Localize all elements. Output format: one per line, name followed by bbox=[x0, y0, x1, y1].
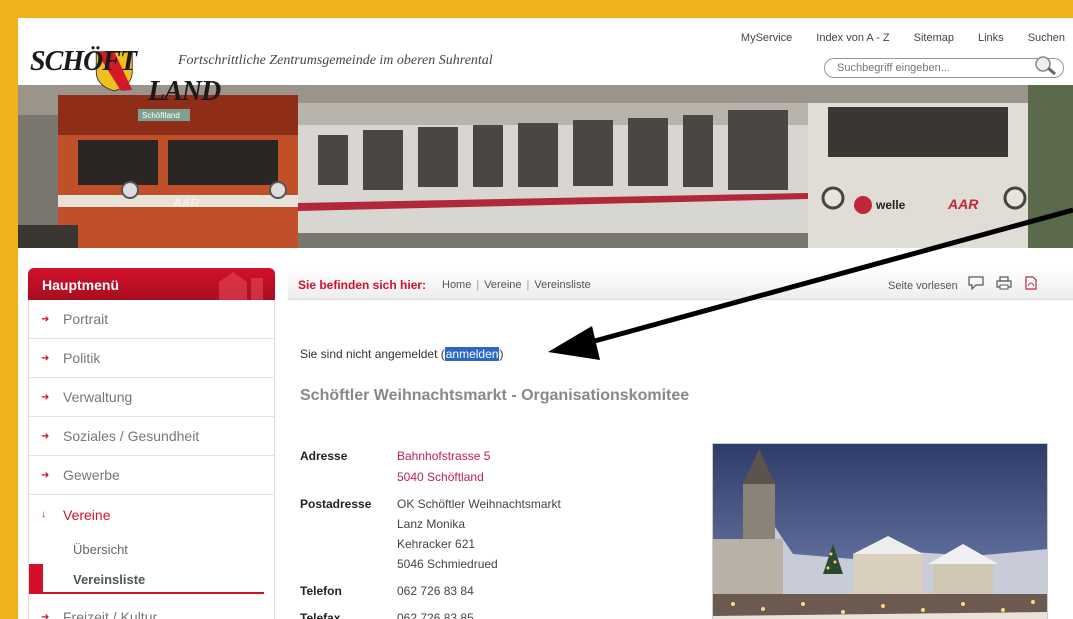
menu-item-soziales[interactable]: ➜ Soziales / Gesundheit bbox=[29, 417, 274, 456]
nav-myservice[interactable]: MyService bbox=[741, 32, 792, 44]
main-content: Sie sind nicht angemeldet (anmelden) Sch… bbox=[300, 303, 1070, 619]
breadcrumb-vereinsliste[interactable]: Vereinsliste bbox=[534, 279, 590, 291]
login-link[interactable]: anmelden bbox=[444, 347, 500, 361]
menu-item-portrait[interactable]: ➜ Portrait bbox=[29, 300, 274, 339]
postadresse-line-3: Kehracker 621 bbox=[397, 537, 476, 551]
arrow-right-icon: ➜ bbox=[41, 391, 50, 403]
submenu-item-vereinsliste[interactable]: Vereinsliste bbox=[29, 564, 274, 594]
nav-index[interactable]: Index von A - Z bbox=[816, 32, 889, 44]
breadcrumb-vereine[interactable]: Vereine bbox=[484, 279, 521, 291]
tagline: Fortschrittliche Zentrumsgemeinde im obe… bbox=[178, 53, 493, 68]
breadcrumb-label: Sie befinden sich hier: bbox=[298, 278, 427, 292]
login-status: Sie sind nicht angemeldet (anmelden) bbox=[300, 347, 503, 361]
menu-item-label: Gewerbe bbox=[63, 467, 120, 483]
arrow-right-icon: ➜ bbox=[41, 352, 50, 364]
telefon-value: 062 726 83 84 bbox=[397, 584, 474, 598]
nav-links[interactable]: Links bbox=[978, 32, 1004, 44]
submenu-item-label: Übersicht bbox=[73, 541, 128, 557]
menu-item-gewerbe[interactable]: ➜ Gewerbe bbox=[29, 456, 274, 495]
page-tools bbox=[968, 276, 1038, 290]
banner-train-name: welle bbox=[875, 198, 906, 212]
arrow-down-icon: ↓ bbox=[41, 509, 46, 520]
pdf-icon[interactable] bbox=[1024, 276, 1038, 290]
arrow-right-icon: ➜ bbox=[41, 611, 50, 619]
menu-item-label: Verwaltung bbox=[63, 389, 133, 405]
adresse-line-1[interactable]: Bahnhofstrasse 5 bbox=[397, 449, 490, 463]
arrow-right-icon: ➜ bbox=[41, 469, 50, 481]
banner-train-brand-left: AAR bbox=[172, 196, 199, 210]
postadresse-line-4: 5046 Schmiedrued bbox=[397, 557, 498, 571]
banner-train-brand-right: AAR bbox=[947, 196, 979, 212]
breadcrumb-home[interactable]: Home bbox=[442, 279, 471, 291]
menu-item-label: Politik bbox=[63, 350, 101, 366]
breadcrumb: Home | Vereine | Vereinsliste bbox=[442, 279, 591, 291]
read-aloud-link[interactable]: Seite vorlesen bbox=[888, 280, 958, 292]
login-status-text: Sie sind nicht angemeldet ( bbox=[300, 347, 445, 361]
christmas-market-photo bbox=[712, 443, 1048, 619]
menu-item-politik[interactable]: ➜ Politik bbox=[29, 339, 274, 378]
page-title: Schöftler Weihnachtsmarkt - Organisation… bbox=[300, 387, 690, 404]
menu-item-label: Freizeit / Kultur bbox=[63, 609, 158, 619]
logo-text-line2: LAND bbox=[148, 76, 221, 107]
menu-item-label: Soziales / Gesundheit bbox=[63, 428, 200, 444]
nav-sitemap[interactable]: Sitemap bbox=[914, 32, 954, 44]
adresse-label: Adresse bbox=[300, 449, 348, 463]
postadresse-line-2: Lanz Monika bbox=[397, 517, 466, 531]
submenu-item-uebersicht[interactable]: Übersicht bbox=[29, 534, 274, 564]
login-status-close: ) bbox=[499, 347, 504, 361]
menu-item-label: Portrait bbox=[63, 311, 109, 327]
menu-item-label: Vereine bbox=[63, 506, 111, 523]
search-input[interactable] bbox=[837, 62, 1017, 74]
sidebar: Hauptmenü ➜ Portrait ➜ Politik ➜ Verwalt… bbox=[28, 268, 275, 619]
print-icon[interactable] bbox=[996, 276, 1012, 290]
main-menu-header: Hauptmenü bbox=[28, 268, 275, 300]
menu-item-freizeit[interactable]: ➜ Freizeit / Kultur bbox=[29, 598, 274, 619]
telefon-label: Telefon bbox=[300, 584, 342, 598]
search-box[interactable] bbox=[824, 55, 1064, 78]
arrow-right-icon: ➜ bbox=[41, 430, 50, 442]
logo-text-line1: SCHÖFT bbox=[30, 46, 137, 77]
submenu-item-label: Vereinsliste bbox=[73, 571, 146, 587]
menu-item-vereine[interactable]: ↓ Vereine bbox=[29, 495, 274, 534]
main-menu-title: Hauptmenü bbox=[42, 277, 119, 293]
arrow-right-icon: ➜ bbox=[41, 313, 50, 325]
adresse-line-2[interactable]: 5040 Schöftland bbox=[397, 470, 484, 484]
page: MyService Index von A - Z Sitemap Links … bbox=[18, 18, 1073, 619]
top-navigation: MyService Index von A - Z Sitemap Links … bbox=[741, 32, 1065, 44]
telefax-label: Telefax bbox=[300, 611, 341, 619]
nav-suchen[interactable]: Suchen bbox=[1028, 32, 1065, 44]
postadresse-label: Postadresse bbox=[300, 497, 372, 511]
search-icon[interactable] bbox=[1031, 55, 1057, 77]
menu-item-verwaltung[interactable]: ➜ Verwaltung bbox=[29, 378, 274, 417]
main-menu-list: ➜ Portrait ➜ Politik ➜ Verwaltung ➜ Sozi… bbox=[28, 300, 275, 619]
breadcrumb-bar: Sie befinden sich hier: Home | Vereine |… bbox=[288, 268, 1073, 300]
postadresse-line-1: OK Schöftler Weihnachtsmarkt bbox=[397, 497, 561, 511]
house-icon bbox=[219, 272, 263, 300]
telefax-value: 062 726 83 85 bbox=[397, 611, 474, 619]
speech-bubble-icon[interactable] bbox=[968, 276, 984, 290]
